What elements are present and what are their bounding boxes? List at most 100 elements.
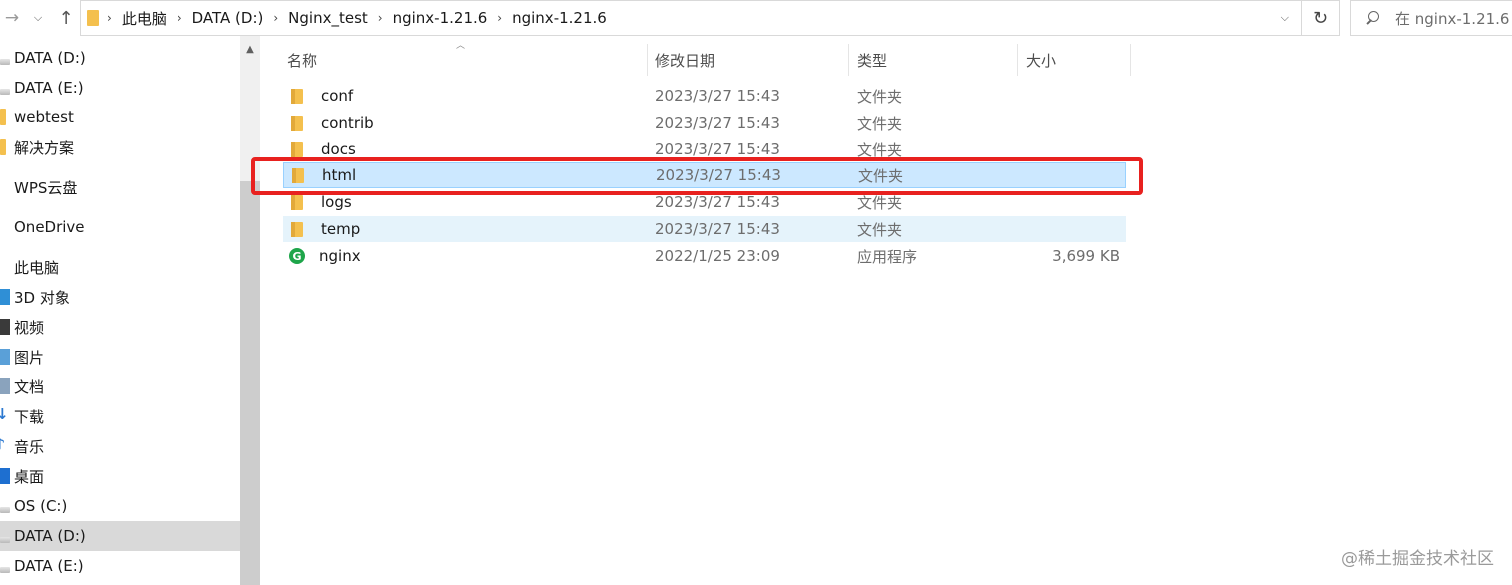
nav-item-solutions[interactable]: 解决方案 bbox=[0, 132, 240, 162]
nav-item-music[interactable]: 音乐 bbox=[0, 431, 240, 461]
drive-icon bbox=[0, 537, 10, 543]
nav-item-webtest[interactable]: webtest bbox=[0, 102, 240, 132]
refresh-button[interactable]: ↻ bbox=[1302, 0, 1340, 36]
chevron-right-icon[interactable]: › bbox=[378, 11, 383, 25]
documents-icon bbox=[0, 378, 10, 394]
refresh-icon: ↻ bbox=[1312, 7, 1329, 29]
folder-icon bbox=[291, 88, 303, 104]
nav-item-data-d-selected[interactable]: DATA (D:) bbox=[0, 521, 240, 551]
chevron-right-icon[interactable]: › bbox=[273, 11, 278, 25]
nav-item-os-c[interactable]: OS (C:) bbox=[0, 491, 240, 521]
video-icon bbox=[0, 319, 10, 335]
breadcrumb-this-pc[interactable]: 此电脑 bbox=[122, 8, 167, 29]
column-header-size[interactable]: 大小 bbox=[1026, 48, 1056, 72]
red-highlight-annotation bbox=[251, 157, 1143, 195]
file-row-conf[interactable]: conf 2023/3/27 15:43 文件夹 bbox=[283, 83, 1126, 109]
address-history-chevron-icon[interactable]: ⌵ bbox=[1281, 11, 1289, 25]
file-row-contrib[interactable]: contrib 2023/3/27 15:43 文件夹 bbox=[283, 110, 1126, 136]
file-name: docs bbox=[321, 140, 356, 158]
scrollbar-thumb[interactable] bbox=[240, 181, 260, 585]
recent-locations-chevron-icon[interactable]: ⌵ bbox=[28, 4, 48, 32]
back-arrow-icon[interactable]: → bbox=[2, 4, 22, 32]
file-type: 文件夹 bbox=[857, 220, 903, 239]
up-arrow-icon[interactable]: ↑ bbox=[56, 4, 76, 32]
nav-item-label: webtest bbox=[14, 108, 74, 126]
drive-icon bbox=[0, 59, 10, 65]
nav-item-videos[interactable]: 视频 bbox=[0, 312, 240, 342]
file-type: 文件夹 bbox=[857, 114, 903, 133]
column-header-date[interactable]: 修改日期 bbox=[655, 48, 715, 72]
file-type: 应用程序 bbox=[857, 247, 918, 266]
column-divider[interactable] bbox=[1130, 44, 1131, 76]
file-name: temp bbox=[321, 220, 361, 238]
nav-item-label: OS (C:) bbox=[14, 497, 68, 515]
file-list-pane: ︿ 名称 修改日期 类型 大小 conf 2023/3/27 15:43 文件夹… bbox=[260, 36, 1512, 585]
nav-item-label: 桌面 bbox=[14, 467, 45, 486]
nav-item-label: 图片 bbox=[14, 348, 45, 367]
nav-item-label: 文档 bbox=[14, 377, 45, 396]
pictures-icon bbox=[0, 349, 10, 365]
column-header-type[interactable]: 类型 bbox=[857, 48, 887, 72]
folder-icon bbox=[0, 109, 6, 125]
nav-item-label: 视频 bbox=[14, 318, 45, 337]
nav-item-pictures[interactable]: 图片 bbox=[0, 342, 240, 372]
nav-item-data-d[interactable]: DATA (D:) bbox=[0, 43, 240, 73]
file-name-cell: temp bbox=[291, 216, 360, 242]
computer-icon bbox=[0, 259, 10, 275]
file-name: logs bbox=[321, 193, 352, 211]
folder-icon bbox=[0, 139, 6, 155]
nav-pane-scrollbar[interactable]: ▲ bbox=[240, 36, 260, 585]
nav-item-data-e[interactable]: DATA (E:) bbox=[0, 73, 240, 103]
column-divider[interactable] bbox=[1017, 44, 1018, 76]
search-input[interactable]: 在 nginx-1.21.6 中搜索 bbox=[1350, 0, 1512, 36]
music-icon bbox=[0, 435, 10, 454]
nav-item-label: WPS云盘 bbox=[14, 178, 78, 197]
breadcrumb-nginx-test[interactable]: Nginx_test bbox=[288, 9, 368, 27]
file-name: nginx bbox=[319, 247, 361, 265]
nav-item-label: DATA (D:) bbox=[14, 527, 86, 545]
nav-item-documents[interactable]: 文档 bbox=[0, 371, 240, 401]
breadcrumb-data-d[interactable]: DATA (D:) bbox=[192, 9, 264, 27]
file-name-cell: contrib bbox=[291, 110, 374, 136]
3d-objects-icon bbox=[0, 289, 10, 305]
nav-item-label: DATA (D:) bbox=[14, 49, 86, 67]
folder-icon bbox=[291, 115, 303, 131]
column-divider[interactable] bbox=[848, 44, 849, 76]
nav-item-desktop[interactable]: 桌面 bbox=[0, 461, 240, 491]
breadcrumb-nginx-parent[interactable]: nginx-1.21.6 bbox=[393, 9, 488, 27]
scroll-up-arrow-icon[interactable]: ▲ bbox=[240, 44, 260, 60]
file-name-cell: conf bbox=[291, 83, 353, 109]
nav-item-3d-objects[interactable]: 3D 对象 bbox=[0, 282, 240, 312]
folder-icon bbox=[291, 194, 303, 210]
search-icon bbox=[1365, 11, 1379, 25]
file-row-nginx-exe[interactable]: G nginx 2022/1/25 23:09 应用程序 3,699 KB bbox=[283, 243, 1126, 269]
folder-icon bbox=[87, 10, 99, 26]
nav-item-label: DATA (E:) bbox=[14, 557, 84, 575]
file-date: 2022/1/25 23:09 bbox=[655, 247, 780, 265]
file-row-temp-hover[interactable]: temp 2023/3/27 15:43 文件夹 bbox=[283, 216, 1126, 242]
nav-item-data-e-2[interactable]: DATA (E:) bbox=[0, 551, 240, 581]
chevron-right-icon[interactable]: › bbox=[497, 11, 502, 25]
address-toolbar: → ⌵ ↑ › 此电脑 › DATA (D:) › Nginx_test › n… bbox=[0, 0, 1512, 36]
file-date: 2023/3/27 15:43 bbox=[655, 87, 780, 105]
nav-item-wps-cloud[interactable]: WPS云盘 bbox=[0, 172, 240, 202]
file-size: 3,699 KB bbox=[1052, 247, 1120, 265]
file-name: conf bbox=[321, 87, 354, 105]
nav-item-this-pc[interactable]: 此电脑 bbox=[0, 252, 240, 282]
file-date: 2023/3/27 15:43 bbox=[655, 220, 780, 238]
nav-item-onedrive[interactable]: OneDrive bbox=[0, 212, 240, 242]
column-divider[interactable] bbox=[647, 44, 648, 76]
column-header-name[interactable]: 名称 bbox=[287, 48, 317, 72]
chevron-right-icon[interactable]: › bbox=[107, 11, 112, 25]
folder-icon bbox=[291, 141, 303, 157]
chevron-right-icon[interactable]: › bbox=[177, 11, 182, 25]
folder-icon bbox=[291, 221, 303, 237]
search-placeholder: 在 nginx-1.21.6 中搜索 bbox=[1395, 9, 1512, 28]
breadcrumb-nginx-current[interactable]: nginx-1.21.6 bbox=[512, 9, 607, 27]
nginx-app-icon: G bbox=[289, 248, 305, 264]
file-type: 文件夹 bbox=[857, 87, 903, 106]
drive-icon bbox=[0, 507, 10, 513]
nav-item-label: 音乐 bbox=[14, 437, 45, 456]
nav-item-downloads[interactable]: 下载 bbox=[0, 401, 240, 431]
address-bar[interactable]: › 此电脑 › DATA (D:) › Nginx_test › nginx-1… bbox=[80, 0, 1302, 36]
